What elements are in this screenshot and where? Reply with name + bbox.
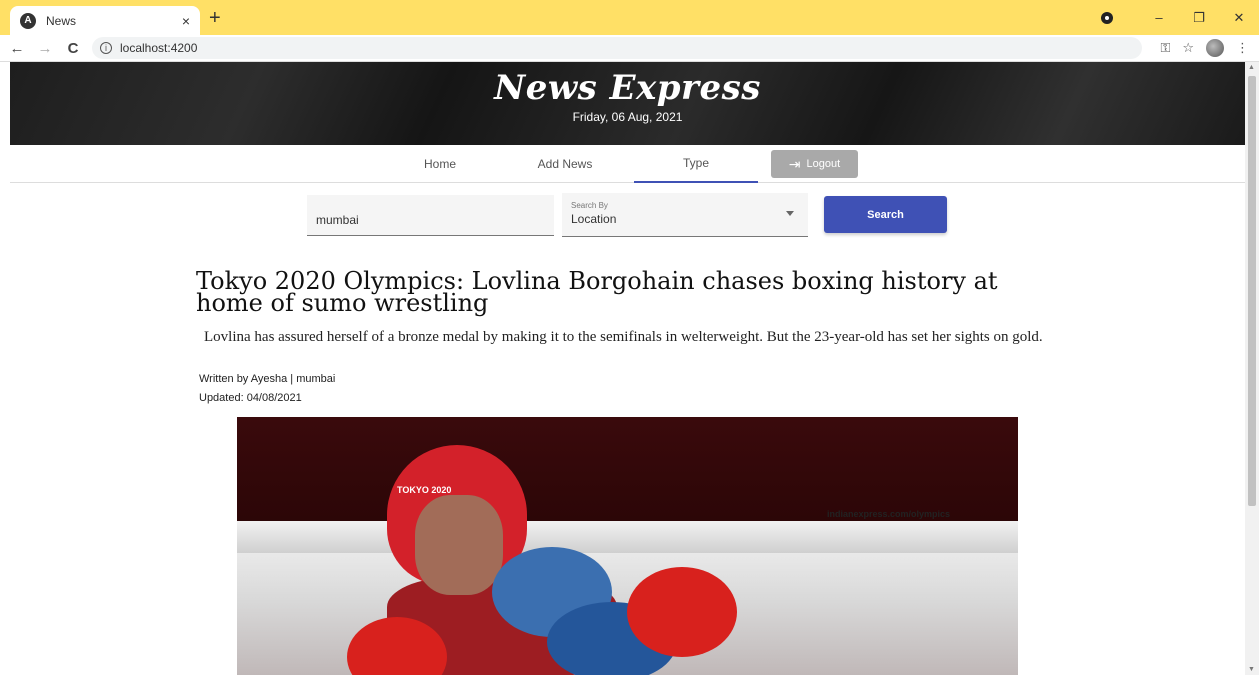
close-window-button[interactable]: ✕ xyxy=(1219,10,1259,26)
logout-icon: ⇥ xyxy=(788,155,801,172)
article-updated-date: Updated: 04/08/2021 xyxy=(199,392,302,404)
toolbar-right: ⚿ ☆ ⋮ xyxy=(1160,39,1249,57)
select-value: Location xyxy=(571,212,617,226)
site-title: News Express xyxy=(494,68,761,108)
search-button[interactable]: Search xyxy=(824,196,947,233)
select-label: Search By xyxy=(571,201,608,210)
red-glove xyxy=(627,567,737,657)
scroll-thumb[interactable] xyxy=(1248,76,1256,506)
article-headline[interactable]: Tokyo 2020 Olympics: Lovlina Borgohain c… xyxy=(196,269,1066,315)
nav-home[interactable]: Home xyxy=(378,145,502,183)
nav-add-news[interactable]: Add News xyxy=(503,145,627,183)
search-input[interactable]: mumbai xyxy=(307,195,554,236)
chevron-down-icon xyxy=(786,211,794,216)
profile-avatar[interactable] xyxy=(1206,39,1224,57)
article-byline: Written by Ayesha | mumbai xyxy=(199,373,336,385)
url-text: localhost:4200 xyxy=(120,41,198,55)
article-image: indianexpress.com/olympics TOKYO 2020 xyxy=(237,417,1018,675)
ring-rope xyxy=(237,521,1018,553)
url-field[interactable]: i localhost:4200 xyxy=(92,37,1142,59)
new-tab-button[interactable]: + xyxy=(209,8,221,28)
restore-button[interactable]: ❐ xyxy=(1179,10,1219,26)
helmet-text: TOKYO 2020 xyxy=(397,485,452,495)
page-scrollbar[interactable]: ▲ ▼ xyxy=(1245,62,1259,675)
window-controls: – ❐ ✕ xyxy=(1101,0,1259,35)
minimize-button[interactable]: – xyxy=(1139,10,1179,25)
back-arrow-icon[interactable]: ← xyxy=(6,40,28,57)
info-icon[interactable]: i xyxy=(100,42,112,54)
article-summary: Lovlina has assured herself of a bronze … xyxy=(204,329,1043,345)
logout-label: Logout xyxy=(806,158,841,170)
record-indicator-icon xyxy=(1101,11,1113,24)
page-viewport: News Express Friday, 06 Aug, 2021 Home A… xyxy=(0,62,1245,675)
header-date: Friday, 06 Aug, 2021 xyxy=(572,110,683,124)
main-nav: Home Add News Type ⇥ Logout xyxy=(10,145,1245,183)
forward-arrow-icon[interactable]: → xyxy=(34,40,56,57)
boxer-face xyxy=(415,495,503,595)
browser-tab[interactable]: A News × xyxy=(10,6,200,35)
angular-favicon-icon: A xyxy=(20,12,36,29)
address-bar-row: ← → C i localhost:4200 ⚿ ☆ ⋮ xyxy=(0,35,1259,62)
image-watermark-url: indianexpress.com/olympics xyxy=(827,509,951,519)
search-by-select[interactable]: Search By Location xyxy=(562,193,808,237)
key-icon[interactable]: ⚿ xyxy=(1160,40,1170,56)
logout-button[interactable]: ⇥ Logout xyxy=(771,150,858,178)
nav-type[interactable]: Type xyxy=(634,145,758,183)
close-tab-icon[interactable]: × xyxy=(182,13,190,29)
bookmark-star-icon[interactable]: ☆ xyxy=(1182,40,1194,56)
browser-tab-bar: A News × + – ❐ ✕ xyxy=(0,0,1259,35)
tab-title: News xyxy=(46,13,77,28)
scroll-up-icon[interactable]: ▲ xyxy=(1248,64,1255,71)
scroll-down-icon[interactable]: ▼ xyxy=(1248,666,1255,673)
reload-icon[interactable]: C xyxy=(62,40,84,57)
browser-menu-icon[interactable]: ⋮ xyxy=(1236,40,1249,56)
site-header-banner: News Express Friday, 06 Aug, 2021 xyxy=(10,62,1245,145)
